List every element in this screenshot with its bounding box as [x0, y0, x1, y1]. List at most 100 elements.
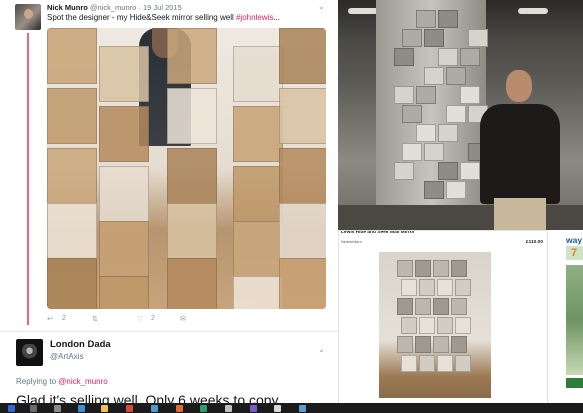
- mirror-tile: [402, 29, 422, 47]
- mirror-tile: [167, 148, 217, 204]
- app-icon[interactable]: [200, 405, 207, 412]
- replying-prefix: Replying to: [16, 377, 59, 386]
- author-name[interactable]: London Dada: [50, 339, 111, 350]
- tweet-header: Nick Munro @nick_munro · 19 Jul 2015: [47, 3, 182, 12]
- mirror-tile: [415, 260, 431, 277]
- tweet-original[interactable]: Nick Munro @nick_munro · 19 Jul 2015 ⌄ S…: [0, 0, 338, 330]
- author-handle[interactable]: @nick_munro: [90, 3, 136, 12]
- author-handle[interactable]: @ArtAxis: [50, 352, 83, 361]
- mirror-tile: [455, 355, 471, 372]
- listing-title[interactable]: Lewis Hide and Seek Wall Mirror: [341, 231, 415, 235]
- tweet-text: Spot the designer - my Hide&Seek mirror …: [47, 13, 280, 22]
- tweet-text-main: Spot the designer - my Hide&Seek mirror …: [47, 13, 236, 22]
- folder-icon[interactable]: [101, 405, 108, 412]
- mirror-tile: [397, 260, 413, 277]
- mirror-tile: [419, 279, 435, 296]
- mirror-tile: [419, 317, 435, 334]
- designer-jacket: [480, 104, 560, 204]
- mirror-tile: [279, 148, 326, 204]
- mirror-tile: [394, 86, 414, 104]
- mirror-tile: [438, 162, 458, 180]
- mirror-tile: [47, 203, 97, 259]
- mirror-tile: [451, 260, 467, 277]
- advert-panel[interactable]: way 7: [548, 230, 583, 413]
- hashtag-link[interactable]: #johnlewis: [236, 13, 273, 22]
- retweet-icon[interactable]: ⇅: [92, 315, 98, 323]
- mirror-tile: [401, 355, 417, 372]
- reply-icon[interactable]: ↩: [47, 315, 53, 323]
- mirror-tile: [437, 317, 453, 334]
- mirror-tile: [438, 10, 458, 28]
- listing-photo[interactable]: [379, 252, 491, 398]
- mirror-tile: [415, 336, 431, 353]
- mirror-tile: [402, 105, 422, 123]
- mirror-tile: [419, 355, 435, 372]
- mirror-tile: [167, 258, 217, 309]
- mirror-tile: [460, 162, 480, 180]
- showroom-photo: [338, 0, 583, 230]
- app-icon[interactable]: [250, 405, 257, 412]
- avatar[interactable]: [15, 4, 41, 30]
- mirror-tile: [433, 298, 449, 315]
- app-icon[interactable]: [225, 405, 232, 412]
- mirror-tile: [233, 276, 283, 309]
- mirror-tile: [397, 336, 413, 353]
- mirror-tile: [167, 88, 217, 144]
- mirror-tile: [424, 181, 444, 199]
- tweet-actions: ↩ 2 ⇅ ♡ 2 ✉: [47, 315, 317, 327]
- mirror-tile: [279, 203, 326, 259]
- app-icon[interactable]: [176, 405, 183, 412]
- thread-connector-line: [27, 33, 29, 325]
- mirror-tile: [394, 48, 414, 66]
- mirror-tile: [424, 29, 444, 47]
- mirror-tile: [47, 28, 97, 84]
- chevron-down-icon[interactable]: ⌄: [318, 2, 325, 11]
- start-icon[interactable]: [8, 405, 15, 412]
- mirror-tile: [446, 67, 466, 85]
- mirror-tile: [437, 279, 453, 296]
- advert-brand: way: [566, 235, 583, 245]
- mirror-tile: [451, 336, 467, 353]
- app-icon[interactable]: [151, 405, 158, 412]
- like-icon[interactable]: ♡: [137, 315, 143, 323]
- mirror-tile: [416, 86, 436, 104]
- mirror-tile: [433, 336, 449, 353]
- mirror-tile: [451, 298, 467, 315]
- mirror-tile: [416, 10, 436, 28]
- mirror-tile: [99, 166, 149, 222]
- mirror-tile: [416, 124, 436, 142]
- mirror-tile: [279, 88, 326, 144]
- app-icon[interactable]: [299, 405, 306, 412]
- message-icon[interactable]: ✉: [180, 315, 186, 323]
- chevron-down-icon[interactable]: ⌄: [318, 345, 325, 354]
- mirror-tile: [99, 106, 149, 162]
- search-icon[interactable]: [30, 405, 37, 412]
- task-view-icon[interactable]: [54, 405, 61, 412]
- mirror-tile: [460, 86, 480, 104]
- mirror-tile: [167, 203, 217, 259]
- mirror-tile: [99, 46, 149, 102]
- author-name[interactable]: Nick Munro: [47, 3, 88, 12]
- listing-seller: Neal/whilzro: [341, 240, 362, 244]
- mirror-tile: [455, 317, 471, 334]
- app-icon[interactable]: [274, 405, 281, 412]
- browser-icon[interactable]: [78, 405, 85, 412]
- replying-to-link[interactable]: @nick_munro: [58, 377, 107, 386]
- like-count: 2: [151, 315, 155, 322]
- app-icon[interactable]: [126, 405, 133, 412]
- mirror-tile: [402, 143, 422, 161]
- tweet-date[interactable]: · 19 Jul 2015: [138, 3, 181, 12]
- avatar[interactable]: [16, 339, 43, 366]
- tweet-photo[interactable]: [47, 28, 326, 309]
- screenshot-collage: Nick Munro @nick_munro · 19 Jul 2015 ⌄ S…: [0, 0, 583, 413]
- mirror-tile: [455, 279, 471, 296]
- mirror-tile: [415, 298, 431, 315]
- tweet-reply[interactable]: London Dada @ArtAxis ⌄ Replying to @nick…: [0, 331, 338, 413]
- product-listing[interactable]: Lewis Hide and Seek Wall Mirror Neal/whi…: [338, 230, 548, 413]
- mirror-tile: [397, 298, 413, 315]
- mirror-tile: [233, 106, 283, 162]
- replying-to-line: Replying to @nick_munro: [16, 377, 108, 386]
- reply-count: 2: [62, 315, 66, 322]
- mirror-tile: [401, 279, 417, 296]
- mirror-tile: [279, 28, 326, 84]
